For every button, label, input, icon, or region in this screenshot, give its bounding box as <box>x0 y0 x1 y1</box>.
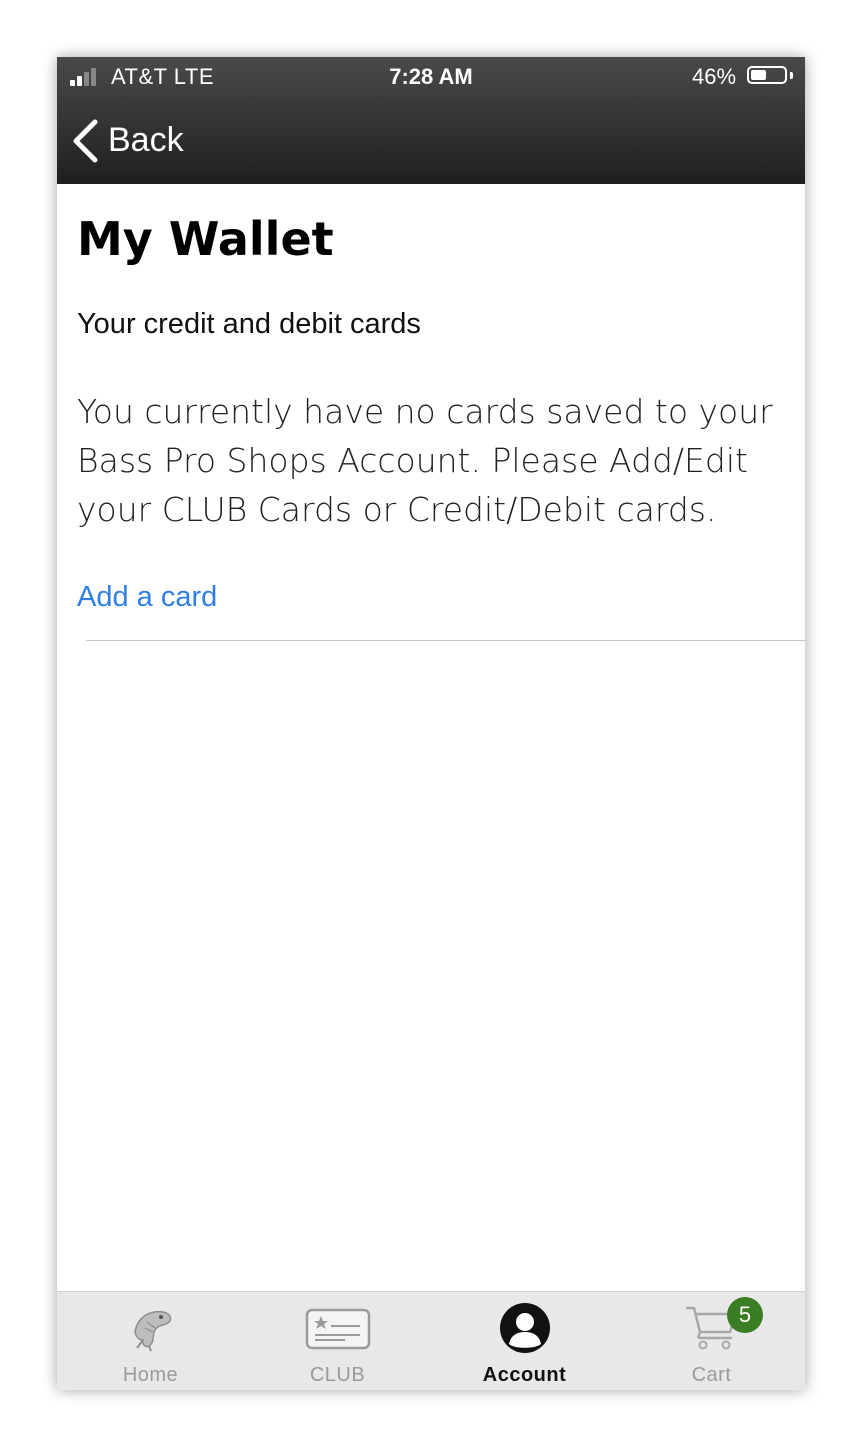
battery-tip <box>790 72 793 79</box>
status-bar: AT&T LTE 7:28 AM 46% <box>57 57 805 97</box>
page-title: My Wallet <box>77 212 334 266</box>
tab-cart[interactable]: Cart <box>618 1292 805 1390</box>
navigation-header: AT&T LTE 7:28 AM 46% Back <box>57 57 805 184</box>
tab-home-label: Home <box>122 1364 179 1386</box>
divider <box>86 640 805 641</box>
tab-home[interactable]: Home <box>57 1292 244 1390</box>
tab-account[interactable]: Account <box>431 1292 618 1390</box>
battery-icon <box>747 66 787 84</box>
tab-cart-label: Cart <box>691 1364 732 1386</box>
add-card-link[interactable]: Add a card <box>77 581 217 614</box>
tab-account-label: Account <box>482 1364 567 1386</box>
tab-club[interactable]: CLUB <box>244 1292 431 1390</box>
section-subtitle: Your credit and debit cards <box>77 308 421 340</box>
club-card-icon <box>305 1308 370 1350</box>
tab-bar: Home CLUB Account Cart <box>57 1291 805 1390</box>
back-label: Back <box>108 121 184 159</box>
account-icon <box>499 1303 550 1353</box>
phone-screen: AT&T LTE 7:28 AM 46% Back My Wallet Your… <box>57 57 805 1390</box>
back-button[interactable]: Back <box>71 117 211 165</box>
battery-percent: 46% <box>692 64 737 89</box>
tab-club-label: CLUB <box>309 1364 366 1386</box>
cart-count-badge: 5 <box>727 1297 763 1333</box>
bass-fish-icon <box>133 1310 171 1352</box>
chevron-left-icon <box>73 119 98 163</box>
empty-wallet-message: You currently have no cards saved to you… <box>77 392 773 529</box>
